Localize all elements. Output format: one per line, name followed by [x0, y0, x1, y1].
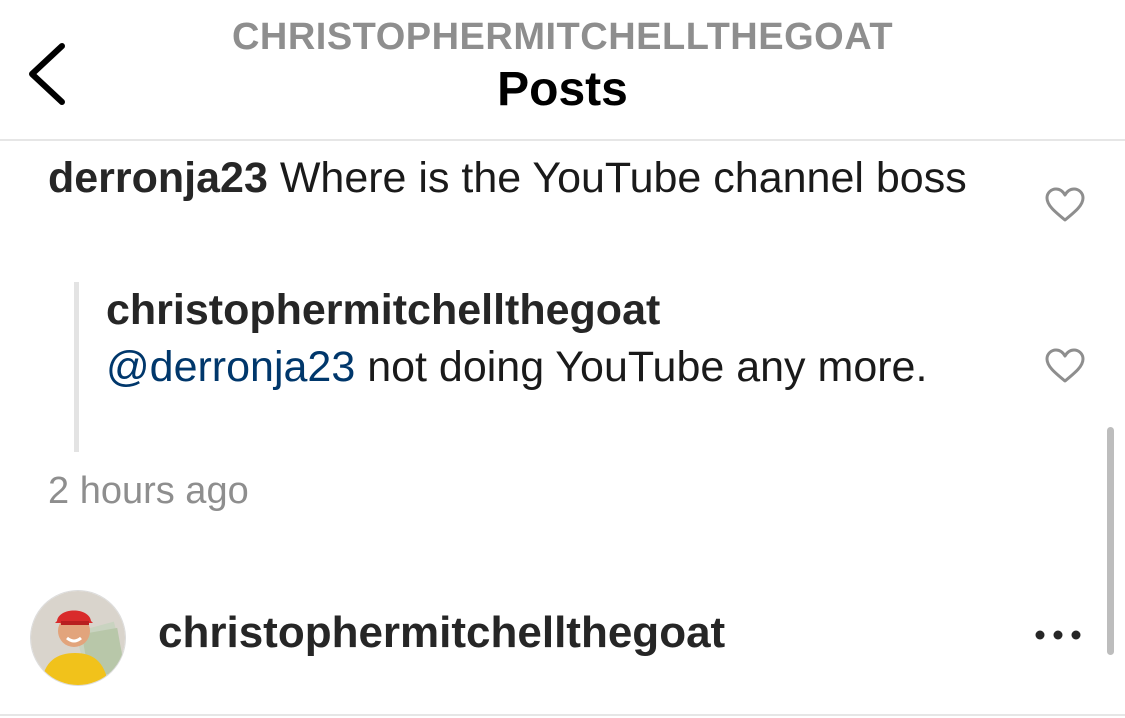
- post-author-username[interactable]: christophermitchellthegoat: [158, 608, 725, 658]
- more-options-button[interactable]: [1030, 620, 1090, 650]
- comment: derronja23 Where is the YouTube channel …: [48, 150, 988, 207]
- divider: [0, 714, 1125, 716]
- more-horizontal-icon: [1035, 630, 1081, 640]
- avatar[interactable]: [30, 590, 126, 686]
- heart-outline-icon: [1045, 348, 1085, 383]
- reply-mention[interactable]: @derronja23: [106, 343, 355, 391]
- comment-text: Where is the YouTube channel boss: [279, 154, 967, 202]
- comment-username[interactable]: derronja23: [48, 154, 268, 202]
- reply-like-button[interactable]: [1045, 348, 1085, 384]
- comment-timestamp: 2 hours ago: [48, 470, 249, 512]
- page-title: Posts: [497, 63, 628, 116]
- comment-like-button[interactable]: [1045, 187, 1085, 223]
- header-bar: CHRISTOPHERMITCHELLTHEGOAT Posts: [0, 0, 1125, 141]
- app-screen: CHRISTOPHERMITCHELLTHEGOAT Posts derronj…: [0, 0, 1125, 718]
- avatar-image: [31, 591, 125, 685]
- reply-username[interactable]: christophermitchellthegoat: [106, 282, 974, 339]
- reply-text: not doing YouTube any more.: [367, 343, 928, 391]
- heart-outline-icon: [1045, 187, 1085, 222]
- reply-body: @derronja23 not doing YouTube any more.: [106, 339, 974, 396]
- reply-comment: christophermitchellthegoat @derronja23 n…: [74, 282, 974, 452]
- header-username: CHRISTOPHERMITCHELLTHEGOAT: [231, 16, 894, 58]
- scrollbar[interactable]: [1107, 427, 1114, 655]
